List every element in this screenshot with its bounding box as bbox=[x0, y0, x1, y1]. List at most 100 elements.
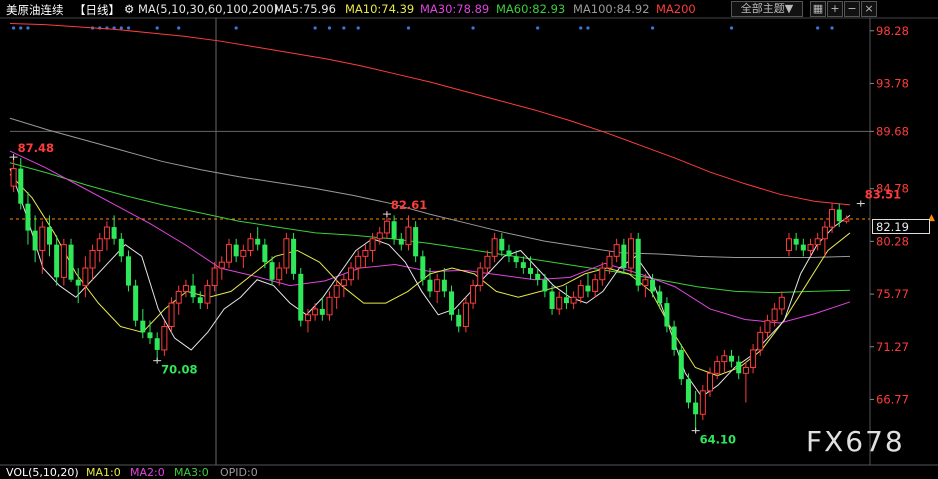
candle-body bbox=[456, 314, 462, 327]
settings-icon[interactable]: ⚙ bbox=[124, 2, 134, 16]
candle-body bbox=[10, 168, 17, 187]
candle-body bbox=[470, 285, 477, 304]
close-icon[interactable]: × bbox=[861, 1, 877, 17]
candle-body bbox=[103, 226, 110, 240]
indicator-bar: 美原油连续 【日线】 ⚙ MA(5,10,30,60,100,200) MA5:… bbox=[0, 0, 938, 18]
candle-body bbox=[255, 238, 261, 245]
candle-body bbox=[25, 203, 31, 231]
candle-body bbox=[621, 244, 627, 269]
event-marker-icon bbox=[816, 26, 820, 30]
candle-body bbox=[528, 268, 534, 274]
extreme-label: 64.10 bbox=[700, 433, 736, 447]
event-marker-icon bbox=[536, 26, 540, 30]
vol-ma3: MA3:0 bbox=[174, 466, 209, 479]
minus-icon[interactable]: − bbox=[844, 1, 860, 17]
grid-icon[interactable]: ▦ bbox=[810, 1, 826, 17]
candle-body bbox=[96, 238, 103, 251]
candle-body bbox=[556, 296, 563, 310]
candle-body bbox=[778, 296, 785, 310]
candle-body bbox=[599, 267, 606, 281]
ma-params: MA(5,10,30,60,100,200) bbox=[138, 2, 279, 16]
extreme-label: 70.08 bbox=[161, 363, 197, 377]
event-marker-icon bbox=[126, 26, 131, 30]
candle-body bbox=[60, 244, 67, 278]
candle-body bbox=[283, 238, 290, 269]
theme-dropdown[interactable]: 全部主题▼ bbox=[731, 1, 803, 17]
candle-body bbox=[664, 303, 670, 327]
candle-body bbox=[520, 262, 526, 269]
vol-label: VOL(5,10,20) bbox=[6, 466, 79, 479]
candle-body bbox=[319, 308, 325, 315]
candle-body bbox=[398, 238, 404, 245]
candle-body bbox=[154, 338, 160, 350]
candle-body bbox=[175, 290, 182, 304]
candle-body bbox=[225, 244, 232, 263]
ma100-line bbox=[9, 117, 851, 258]
extreme-label: 83.51 bbox=[865, 188, 901, 202]
candle-body bbox=[577, 285, 584, 298]
candle-body bbox=[535, 273, 541, 280]
candle-body bbox=[46, 227, 52, 245]
candle-body bbox=[218, 261, 225, 269]
candle-body bbox=[635, 238, 641, 286]
ma60-value: MA60:82.93 bbox=[496, 2, 566, 16]
candle-body bbox=[685, 379, 691, 403]
candle-body bbox=[18, 168, 24, 204]
candle-body bbox=[484, 255, 491, 269]
candle-body bbox=[642, 279, 649, 287]
candle-body bbox=[693, 402, 699, 415]
ma200-line bbox=[9, 23, 851, 206]
candle-body bbox=[836, 209, 842, 222]
candle-body bbox=[477, 267, 484, 287]
candle-body bbox=[657, 291, 663, 304]
candle-body bbox=[233, 244, 239, 257]
vol-opid: OPID:0 bbox=[220, 466, 258, 479]
candle-body bbox=[262, 244, 268, 263]
period-label[interactable]: 【日线】 bbox=[74, 2, 120, 18]
candle-body bbox=[650, 279, 656, 292]
event-marker-icon bbox=[729, 26, 734, 30]
volume-indicator-bar: VOL(5,10,20) MA1:0 MA2:0 MA3:0 OPID:0 bbox=[0, 466, 938, 479]
candle-body bbox=[750, 349, 757, 368]
event-marker-icon bbox=[26, 26, 30, 30]
candle-body bbox=[807, 244, 814, 251]
event-marker-icon bbox=[650, 26, 655, 30]
candle-body bbox=[82, 267, 89, 287]
y-tick-label: 71.27 bbox=[876, 340, 909, 354]
candle-body bbox=[800, 244, 806, 251]
extreme-label: 87.48 bbox=[18, 141, 54, 155]
candle-body bbox=[613, 244, 620, 257]
candle-body bbox=[771, 308, 778, 322]
candle-body bbox=[721, 355, 728, 363]
candle-body bbox=[764, 320, 771, 333]
event-marker-icon bbox=[586, 26, 590, 30]
candle-body bbox=[54, 244, 60, 278]
candle-body bbox=[405, 226, 412, 246]
candle-body bbox=[161, 326, 168, 351]
watermark-logo: FX678 bbox=[806, 425, 905, 458]
candle-body bbox=[75, 279, 81, 286]
candle-body bbox=[197, 297, 203, 304]
candlestick-chart: 98.2893.7889.6884.7880.2875.7771.2766.77… bbox=[0, 17, 938, 466]
candle-body bbox=[542, 279, 548, 292]
candle-body bbox=[434, 279, 441, 292]
ma100-value: MA100:84.92 bbox=[573, 2, 650, 16]
candle-body bbox=[362, 249, 369, 257]
y-tick-label: 66.77 bbox=[876, 392, 909, 406]
event-marker-icon bbox=[327, 26, 332, 30]
candle-body bbox=[333, 285, 340, 298]
candle-body bbox=[369, 238, 376, 251]
plus-icon[interactable]: + bbox=[827, 1, 843, 17]
y-tick-label: 89.68 bbox=[876, 124, 909, 138]
candle-body bbox=[291, 238, 297, 274]
candle-body bbox=[821, 226, 828, 240]
candle-body bbox=[376, 232, 383, 240]
candle-body bbox=[125, 256, 131, 286]
candle-body bbox=[182, 285, 189, 292]
candle-body bbox=[563, 297, 569, 304]
candle-body bbox=[247, 238, 254, 251]
candle-body bbox=[39, 226, 46, 251]
candle-body bbox=[449, 291, 455, 315]
candle-body bbox=[355, 255, 362, 269]
candle-body bbox=[506, 250, 512, 257]
